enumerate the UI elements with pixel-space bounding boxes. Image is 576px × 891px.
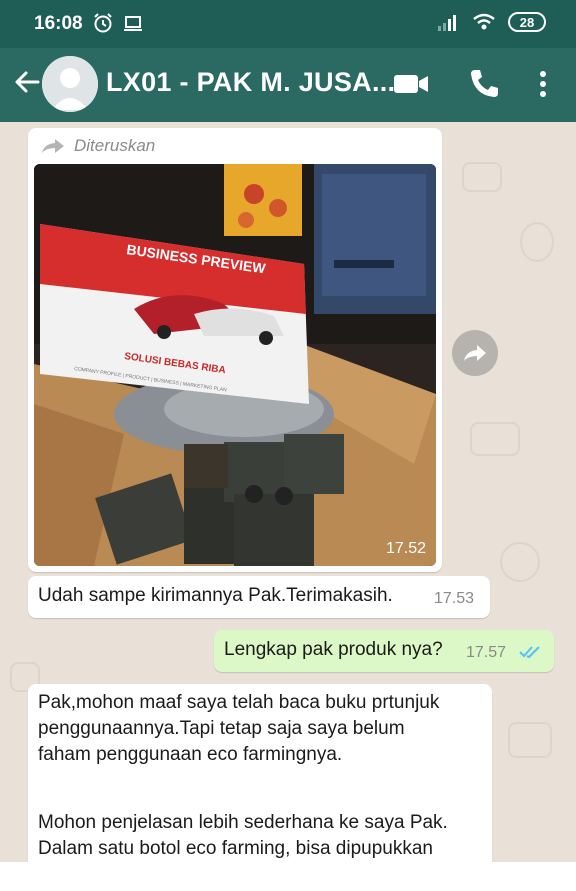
signal-icon xyxy=(438,15,456,31)
default-avatar-icon xyxy=(42,56,98,112)
wallpaper-doodle xyxy=(462,162,502,192)
message-text: Lengkap pak produk nya? xyxy=(224,639,443,660)
wifi-icon xyxy=(473,13,495,30)
message-paragraph: Mohon penjelasan lebih sederhana ke saya… xyxy=(38,810,478,862)
message-line: Mohon penjelasan lebih sederhana ke saya… xyxy=(38,812,448,833)
message-line: Dalam satu botol eco farming, bisa dipup… xyxy=(38,838,434,859)
back-arrow-icon xyxy=(15,71,40,93)
double-check-icon xyxy=(519,646,540,659)
status-time: 16:08 xyxy=(34,13,83,34)
battery-level: 28 xyxy=(519,14,535,30)
message-line: penggunaannya.Tapi tetap saja saya belum xyxy=(38,718,405,739)
photo-image: BUSINESS PREVIEW SOLUSI BEBAS RIBA COMPA… xyxy=(34,164,436,566)
forward-button[interactable] xyxy=(452,330,498,376)
outgoing-message[interactable]: Lengkap pak produk nya? 17.57 xyxy=(214,630,554,672)
forwarded-text: Diteruskan xyxy=(74,136,156,155)
wallpaper-doodle xyxy=(508,722,552,758)
image-message[interactable]: Diteruskan BUSINESS PREVIEW SOLUSI BEBAS… xyxy=(28,128,442,572)
chat-header: LX01 - PAK M. JUSA... xyxy=(0,48,576,122)
avatar[interactable] xyxy=(42,56,98,112)
forwarded-label: Diteruskan xyxy=(40,136,155,156)
message-line: faham penggunaan eco farmingnya. xyxy=(38,744,343,765)
chat-area[interactable]: Diteruskan BUSINESS PREVIEW SOLUSI BEBAS… xyxy=(0,122,576,862)
phone-icon xyxy=(471,70,498,97)
voice-call-button[interactable] xyxy=(466,66,502,102)
message-line: Pak,mohon maaf saya telah baca buku prtu… xyxy=(38,692,440,713)
photo[interactable]: BUSINESS PREVIEW SOLUSI BEBAS RIBA COMPA… xyxy=(34,164,436,566)
wallpaper-doodle xyxy=(520,222,554,262)
chat-title[interactable]: LX01 - PAK M. JUSA... xyxy=(106,67,395,98)
forward-icon xyxy=(464,345,486,361)
message-time: 17.53 xyxy=(434,590,475,607)
message-time: 17.57 xyxy=(466,644,507,661)
wallpaper-doodle xyxy=(470,422,520,456)
bottom-edge xyxy=(0,862,576,891)
more-options-button[interactable] xyxy=(528,66,558,102)
status-bar: 16:08 28 xyxy=(0,0,576,48)
laptop-icon xyxy=(124,16,142,31)
alarm-icon xyxy=(94,13,112,33)
message-paragraph: Pak,mohon maaf saya telah baca buku prtu… xyxy=(38,690,478,768)
incoming-message[interactable]: Pak,mohon maaf saya telah baca buku prtu… xyxy=(28,684,492,862)
back-button[interactable] xyxy=(10,64,46,100)
message-text: Udah sampe kirimannya Pak.Terimakasih. xyxy=(38,585,393,606)
message-time: 17.52 xyxy=(385,540,426,557)
video-call-button[interactable] xyxy=(392,68,432,100)
incoming-message[interactable]: Udah sampe kirimannya Pak.Terimakasih. 1… xyxy=(28,576,490,618)
forwarded-icon xyxy=(42,139,64,153)
wallpaper-doodle xyxy=(500,542,540,582)
battery-indicator: 28 xyxy=(508,12,546,32)
more-vert-icon xyxy=(540,71,546,97)
video-call-icon xyxy=(394,75,428,93)
